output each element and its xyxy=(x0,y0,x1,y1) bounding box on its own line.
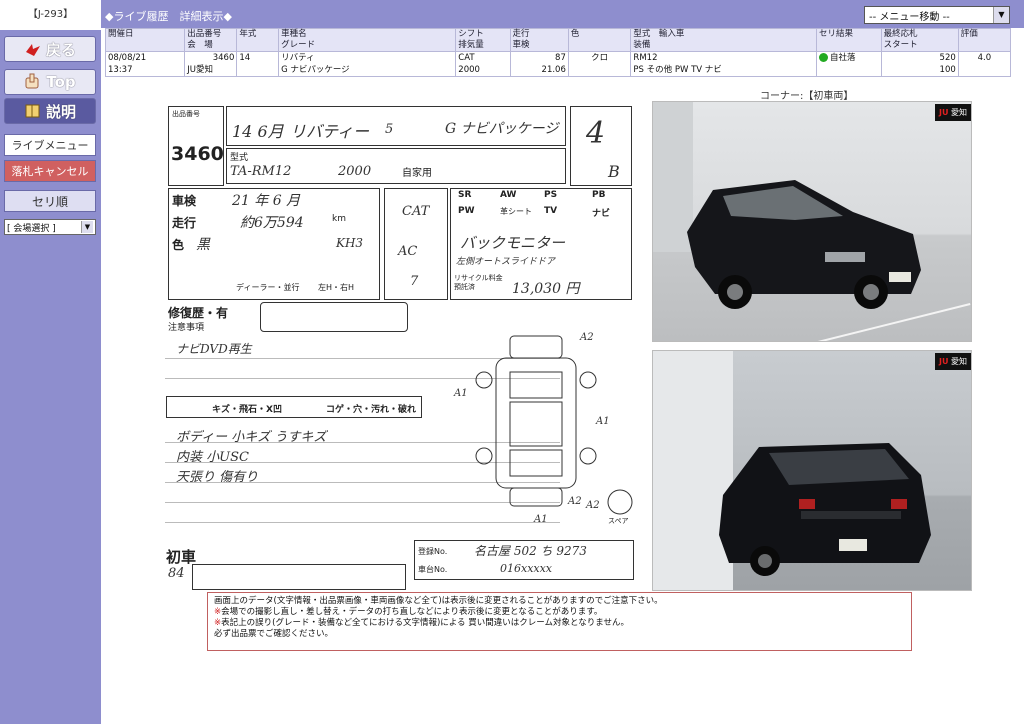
first-car-grid xyxy=(192,564,406,590)
header-year: 年式 xyxy=(236,28,280,52)
lot-box: 出品番号 3460 xyxy=(168,106,224,186)
mileage-cell: 87 21.06 xyxy=(509,51,569,77)
header-shift: シフト 排気量 xyxy=(455,28,511,52)
spare-tire-icon xyxy=(607,489,633,515)
page-title: ◆ライブ履歴 詳細表示◆ xyxy=(105,10,232,23)
date-cell: 08/08/21 13:37 xyxy=(104,51,186,77)
hand-pointer-icon xyxy=(25,73,39,89)
car-rear-image-icon xyxy=(719,443,931,576)
auction-order-button[interactable]: セリ順 xyxy=(4,190,96,212)
car-diagram-icon xyxy=(475,335,597,507)
cancel-bid-button[interactable]: 落札キャンセル xyxy=(4,160,96,182)
header-date: 開催日 xyxy=(104,28,186,52)
lot-info-table: 開催日 出品番号 会 場 年式 車種名 グレード シフト 排気量 走行 車検 色… xyxy=(104,28,1012,77)
year-cell: 14 xyxy=(236,51,280,77)
result-cell: 自社落 xyxy=(816,51,882,77)
car-front-image-icon xyxy=(687,180,921,309)
chevron-down-icon: ▼ xyxy=(81,221,93,233)
model-cell: リバティ G ナビパッケージ xyxy=(278,51,457,77)
header-color: 色 xyxy=(567,28,632,52)
header-lot: 出品番号 会 場 xyxy=(184,28,238,52)
header-result: セリ結果 xyxy=(816,28,882,52)
menu-navigation-select[interactable]: -- メニュー移動 -- ▼ xyxy=(864,6,1010,24)
venue-select[interactable]: [ 会場選択 ] ▼ xyxy=(4,219,96,235)
color-cell: クロ xyxy=(567,51,632,77)
table-row: 08/08/21 13:37 3460 JU愛知 14 リバティ G ナビパッケージ … xyxy=(104,51,1012,77)
bid-cell: 520 100 xyxy=(880,51,959,77)
auction-sheet-image: 出品番号 3460 14 6月 リバティー 5 G ナビパッケージ 4 B 型式… xyxy=(140,96,645,593)
page-code: 【J-293】 xyxy=(0,0,101,30)
type-cell: RM12 PS その他 PW TV ナビ xyxy=(630,51,817,77)
back-arrow-icon xyxy=(25,44,40,56)
header-type: 型式 輸入車 装備 xyxy=(630,28,817,52)
sidebar: 【J-293】 戻る Top 説明 ライブメニュー 落札キャンセル セリ順 [ … xyxy=(0,0,101,724)
header-bar: ◆ライブ履歴 詳細表示◆ -- メニュー移動 -- ▼ xyxy=(101,0,1024,28)
lot-number: 3460 xyxy=(171,143,224,165)
corner-label: コーナー:【初車両】 xyxy=(760,91,854,102)
header-rating: 評価 xyxy=(957,28,1012,52)
venue-badge: JU 愛知 xyxy=(934,353,971,370)
live-menu-button[interactable]: ライブメニュー xyxy=(4,134,96,156)
top-button[interactable]: Top xyxy=(4,69,96,95)
header-mileage: 走行 車検 xyxy=(509,28,569,52)
shift-cell: CAT 2000 xyxy=(455,51,511,77)
table-header-row: 開催日 出品番号 会 場 年式 車種名 グレード シフト 排気量 走行 車検 色… xyxy=(104,28,1012,52)
rating-cell: 4.0 xyxy=(957,51,1012,77)
back-button[interactable]: 戻る xyxy=(4,36,96,62)
chevron-down-icon: ▼ xyxy=(993,7,1009,23)
lot-cell: 3460 JU愛知 xyxy=(184,51,238,77)
car-photo-rear[interactable]: JU 愛知 xyxy=(652,350,972,591)
venue-badge: JU 愛知 xyxy=(934,104,971,121)
disclaimer-notice: 画面上のデータ(文字情報・出品票画像・車両画像など全て)は表示後に変更されること… xyxy=(207,592,912,651)
header-model: 車種名 グレード xyxy=(278,28,457,52)
repair-note-box xyxy=(260,302,408,332)
help-button[interactable]: 説明 xyxy=(4,98,96,124)
book-icon xyxy=(25,104,40,118)
car-photo-front[interactable]: JU 愛知 xyxy=(652,101,972,342)
status-dot-icon xyxy=(819,53,828,62)
header-bid: 最終応札 スタート xyxy=(880,28,959,52)
